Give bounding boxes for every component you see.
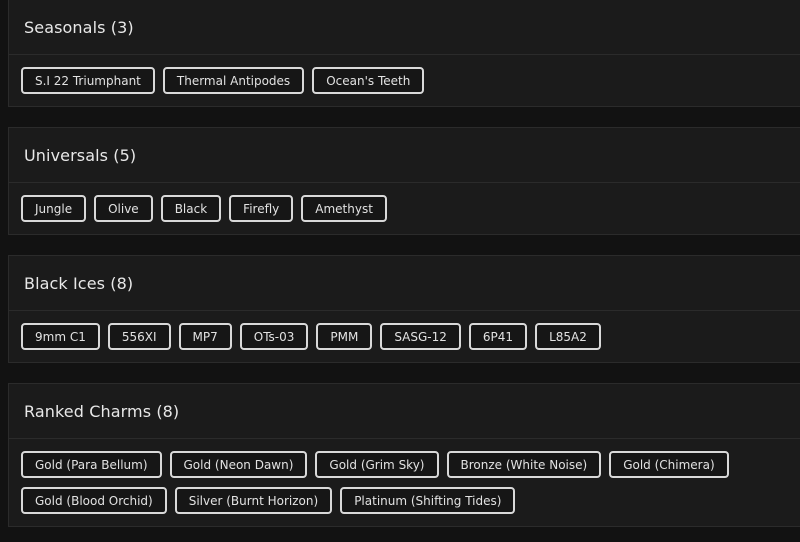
section-header: Universals (5) [9, 128, 800, 183]
item-tag[interactable]: L85A2 [535, 323, 601, 350]
item-tag[interactable]: Black [160, 195, 222, 222]
item-tag[interactable]: Amethyst [301, 195, 387, 222]
section-header: Black Ices (8) [9, 256, 800, 311]
section-card: Universals (5) Jungle Olive Black Firefly Ame… [8, 127, 800, 235]
item-tag[interactable]: SASG-12 [380, 323, 461, 350]
item-tag[interactable]: Firefly [229, 195, 294, 222]
tag-list: S.I 22 Triumphant Thermal Antipodes Ocean'… [9, 55, 800, 106]
section-card: Seasonals (3) S.I 22 Triumphant Thermal An… [8, 0, 800, 107]
section-card: Ranked Charms (8) Gold (Para Bellum) Gold … [8, 383, 800, 527]
item-tag[interactable]: 556XI [107, 323, 171, 350]
tag-list: Jungle Olive Black Firefly Amethyst [9, 183, 800, 234]
item-tag[interactable]: Silver (Burnt Horizon) [174, 487, 333, 514]
item-tag[interactable]: Ocean's Teeth [312, 67, 425, 94]
tag-list: 9mm C1 556XI MP7 OTs-03 PMM SASG-12 6P41 L85A2 [9, 311, 800, 362]
item-tag[interactable]: Gold (Para Bellum) [21, 451, 162, 478]
item-tag[interactable]: PMM [316, 323, 373, 350]
item-tag[interactable]: Olive [94, 195, 153, 222]
section-title: Black Ices (8) [24, 273, 134, 293]
item-tag[interactable]: Platinum (Shifting Tides) [340, 487, 516, 514]
item-tag[interactable]: Gold (Neon Dawn) [169, 451, 308, 478]
section-header: Seasonals (3) [9, 0, 800, 55]
item-tag[interactable]: Jungle [21, 195, 87, 222]
tag-list: Gold (Para Bellum) Gold (Neon Dawn) Gold (… [9, 439, 800, 526]
item-tag[interactable]: 6P41 [468, 323, 528, 350]
item-tag[interactable]: Thermal Antipodes [162, 67, 305, 94]
item-tag[interactable]: MP7 [178, 323, 232, 350]
section-title: Ranked Charms (8) [24, 401, 180, 421]
item-tag[interactable]: 9mm C1 [21, 323, 100, 350]
section-card: Black Ices (8) 9mm C1 556XI MP7 OTs-03 PMM SAS… [8, 255, 800, 363]
section-title: Seasonals (3) [24, 17, 134, 37]
item-tag[interactable]: Gold (Chimera) [609, 451, 729, 478]
section-title: Universals (5) [24, 145, 137, 165]
item-tag[interactable]: Gold (Blood Orchid) [21, 487, 167, 514]
item-tag[interactable]: Gold (Grim Sky) [315, 451, 439, 478]
sections-list: Seasonals (3) S.I 22 Triumphant Thermal An… [0, 0, 800, 527]
item-tag[interactable]: Bronze (White Noise) [446, 451, 602, 478]
section-header: Ranked Charms (8) [9, 384, 800, 439]
item-tag[interactable]: OTs-03 [239, 323, 309, 350]
item-tag[interactable]: S.I 22 Triumphant [21, 67, 155, 94]
